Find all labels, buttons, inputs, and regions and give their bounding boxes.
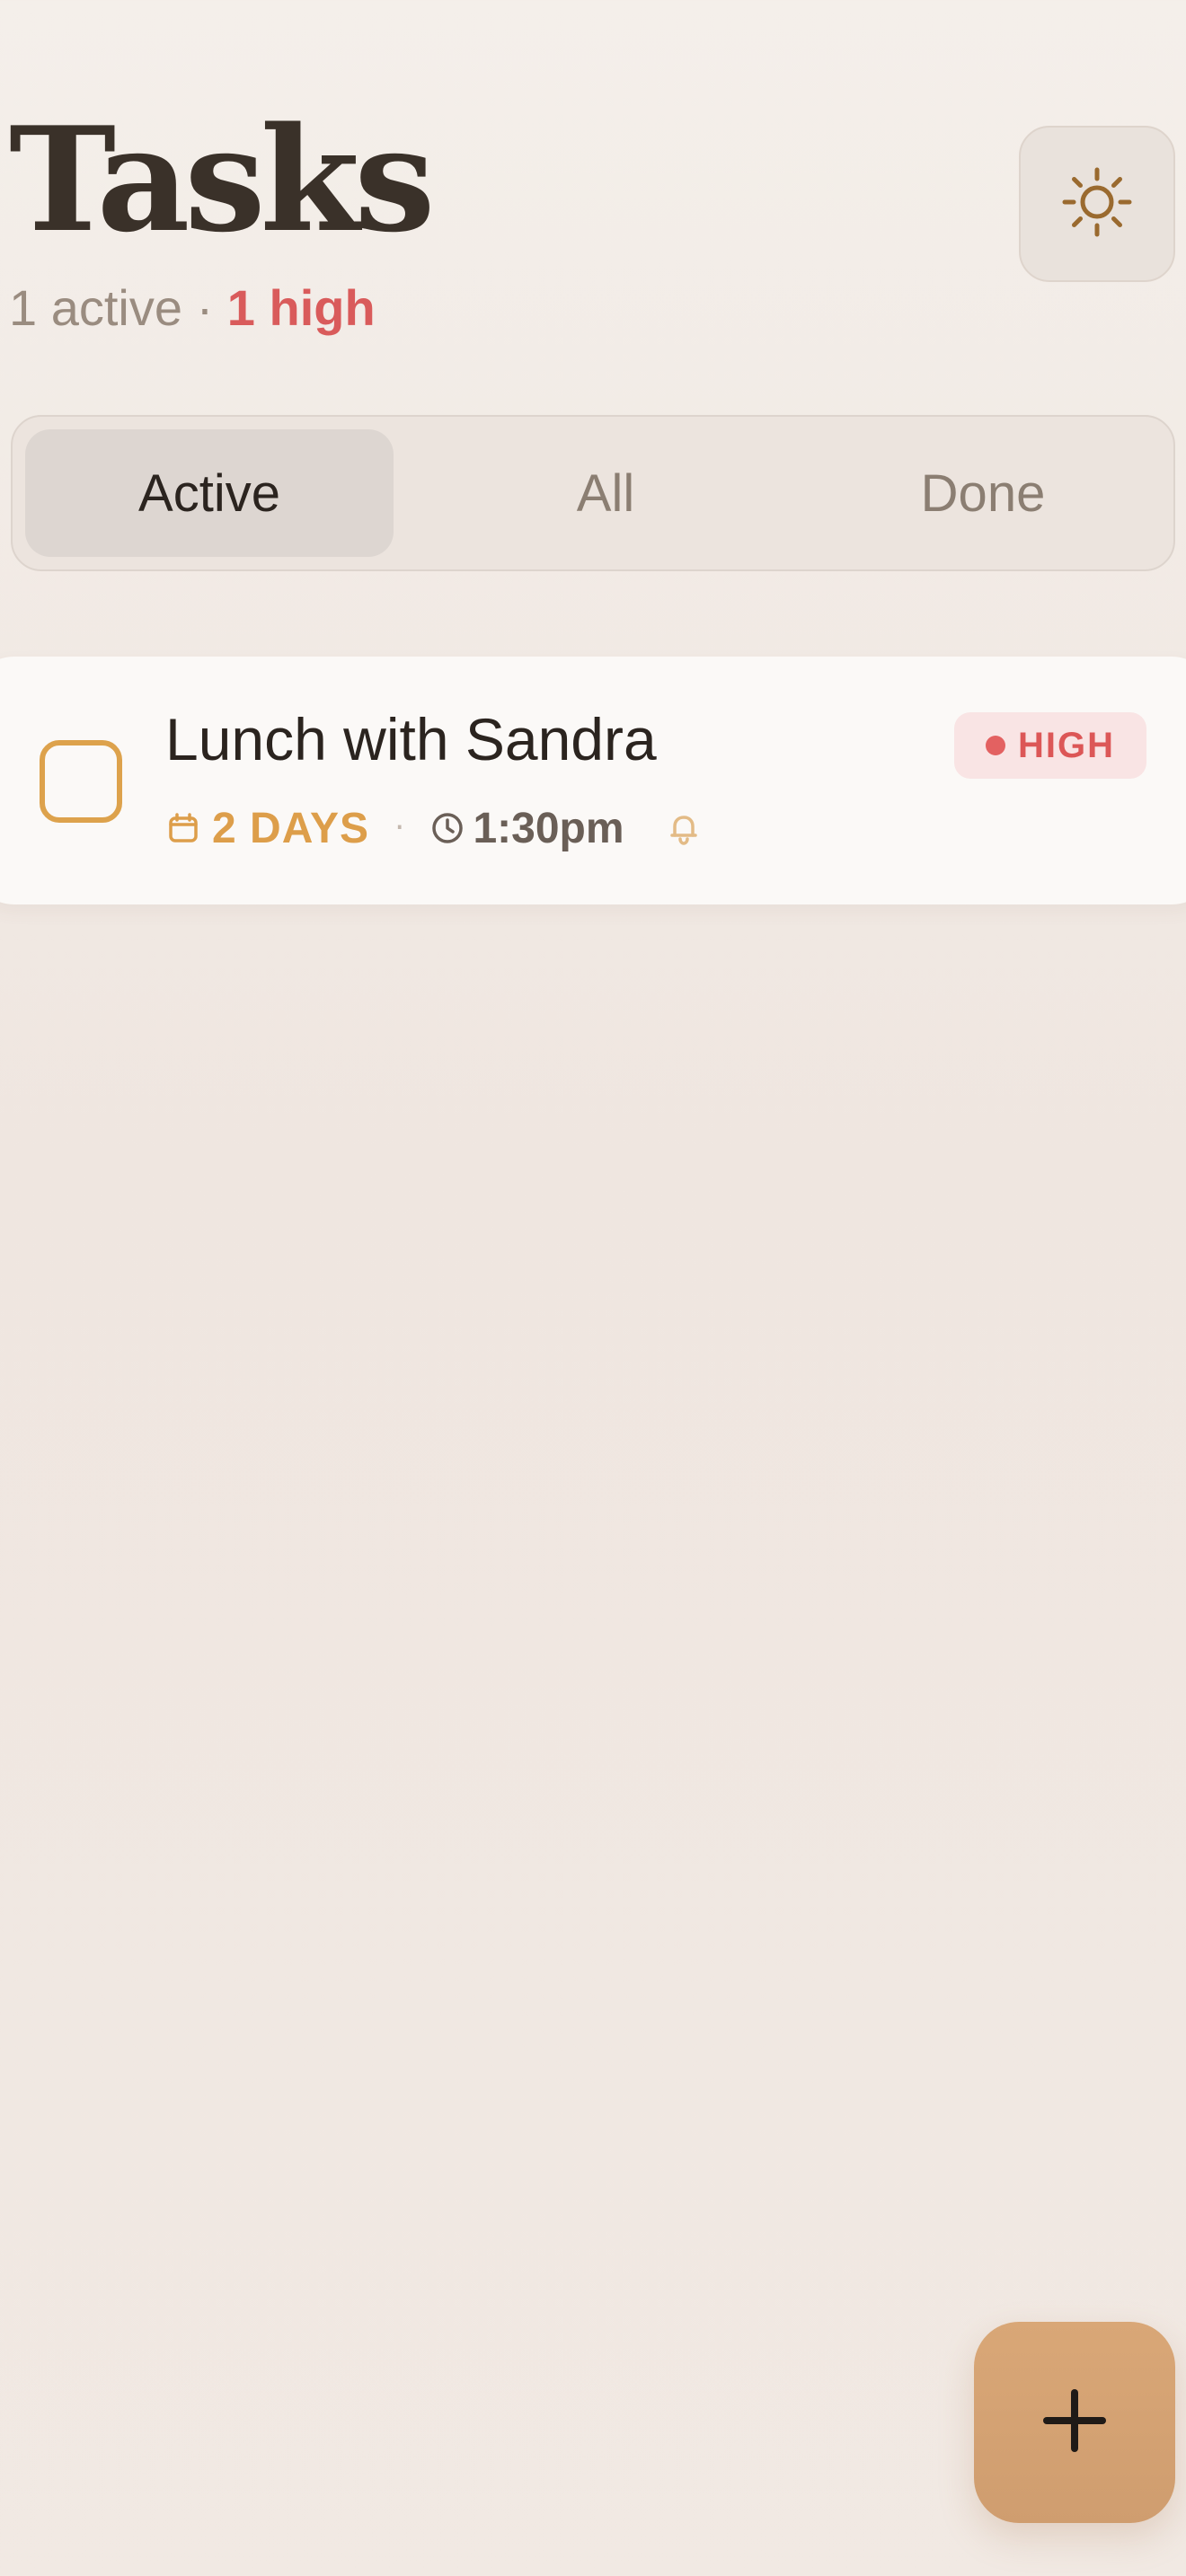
task-filter-tabs: Active All Done [11,415,1175,571]
due-date-text: 2 DAYS [212,804,369,852]
task-title: Lunch with Sandra [165,706,657,772]
clock-icon [429,810,465,846]
task-summary: 1 active · 1 high [9,283,376,333]
task-checkbox[interactable] [40,740,122,823]
task-card[interactable]: Lunch with Sandra HIGH 2 DAYS · 1:30pm [0,657,1186,904]
tab-done[interactable]: Done [799,429,1167,557]
calendar-icon [165,810,201,846]
high-count-text: 1 high [226,279,376,336]
add-task-button[interactable] [974,2322,1175,2523]
summary-separator: · [196,279,214,336]
priority-dot [986,736,1005,755]
page-title: Tasks [9,95,435,264]
active-count-text: 1 active [9,279,182,336]
plus-icon [1038,2384,1111,2461]
theme-toggle-button[interactable] [1019,126,1175,282]
bell-icon[interactable] [664,808,704,848]
priority-badge: HIGH [954,712,1146,779]
sun-icon [1058,163,1137,245]
tab-active[interactable]: Active [25,429,394,557]
priority-label: HIGH [1018,725,1115,765]
meta-separator: · [394,809,405,846]
task-meta-row: 2 DAYS · 1:30pm [165,800,704,856]
time-text: 1:30pm [473,804,624,852]
tab-all[interactable]: All [421,429,790,557]
